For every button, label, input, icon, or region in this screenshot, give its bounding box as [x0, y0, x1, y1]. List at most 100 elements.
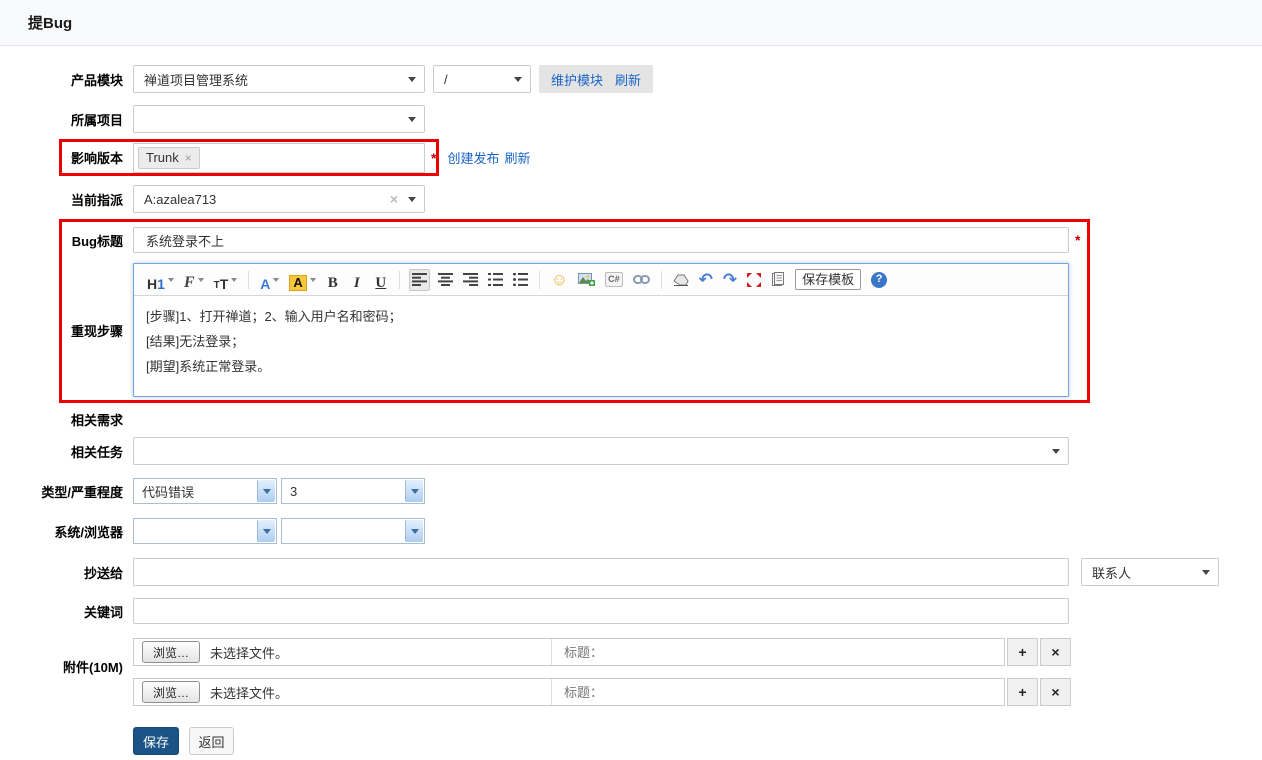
steps-line: [结果]无法登录；: [146, 334, 245, 349]
chevron-down-icon: [405, 520, 423, 542]
remove-attachment-button[interactable]: ×: [1040, 638, 1071, 666]
assigned-to-row: 当前指派 A:azalea713 ×: [0, 185, 1262, 213]
page-header: 提Bug: [0, 0, 1262, 46]
chevron-down-icon: [1202, 570, 1210, 579]
product-select[interactable]: 禅道项目管理系统: [133, 65, 425, 93]
browser-select[interactable]: [281, 518, 425, 544]
text-color-dropdown[interactable]: A: [258, 269, 281, 291]
related-story-label: 相关需求: [70, 412, 123, 428]
keywords-row: 关键词: [0, 598, 1262, 624]
align-right-icon[interactable]: [461, 269, 480, 291]
refresh-module-link[interactable]: 刷新: [615, 70, 641, 89]
contacts-select[interactable]: 联系人: [1081, 558, 1219, 586]
assigned-to-label: 当前指派: [70, 192, 123, 208]
attachment-title-input[interactable]: [552, 679, 1004, 705]
browse-button[interactable]: 浏览…: [142, 681, 201, 703]
attachment-title-input[interactable]: [552, 639, 1004, 665]
bug-title-input[interactable]: [133, 227, 1069, 253]
save-template-button[interactable]: 保存模板: [793, 269, 863, 291]
font-size-dropdown[interactable]: TT: [212, 269, 240, 291]
annotation-box-title-steps: Bug标题 * 重现步骤 H1 F TT: [59, 219, 1090, 403]
insert-image-icon[interactable]: [576, 269, 597, 291]
refresh-version-link[interactable]: 刷新: [504, 148, 530, 167]
chevron-down-icon: [514, 77, 522, 86]
attachments-label: 附件(10M): [63, 659, 123, 675]
chevron-down-icon: [1052, 449, 1060, 458]
bug-create-form: 产品模块 禅道项目管理系统 / 维护模块 刷新 所属项目 影响版本 Trunk: [0, 46, 1262, 755]
toolbar-separator: [660, 270, 662, 289]
related-story-row: 相关需求: [0, 408, 1262, 430]
add-attachment-button[interactable]: +: [1007, 678, 1038, 706]
attachment-row: 浏览… 未选择文件。 + ×: [133, 678, 1071, 706]
cc-input[interactable]: [133, 558, 1069, 586]
project-select[interactable]: [133, 105, 425, 133]
assigned-to-select[interactable]: A:azalea713 ×: [133, 185, 425, 213]
chevron-down-icon: [273, 277, 280, 285]
bug-title-label: Bug标题: [71, 233, 123, 249]
file-status: 未选择文件。: [210, 685, 289, 701]
os-select[interactable]: [133, 518, 277, 544]
paste-template-icon[interactable]: [769, 269, 787, 291]
create-release-link[interactable]: 创建发布: [447, 148, 499, 167]
insert-link-icon[interactable]: [631, 269, 652, 291]
project-label: 所属项目: [70, 112, 123, 128]
module-actions: 维护模块 刷新: [539, 65, 654, 93]
file-picker[interactable]: 浏览… 未选择文件。: [134, 639, 552, 665]
bug-type-select[interactable]: 代码错误: [133, 478, 277, 504]
maintain-module-link[interactable]: 维护模块: [551, 70, 603, 89]
bold-button[interactable]: B: [324, 269, 342, 291]
clear-icon[interactable]: ×: [390, 191, 398, 207]
align-center-icon[interactable]: [436, 269, 455, 291]
insert-code-icon[interactable]: C#: [603, 269, 625, 291]
fullscreen-icon[interactable]: [745, 269, 763, 291]
chevron-down-icon: [408, 77, 416, 86]
related-task-select[interactable]: [133, 437, 1069, 465]
required-asterisk: *: [1075, 232, 1081, 248]
unordered-list-icon[interactable]: [511, 269, 530, 291]
chevron-down-icon: [257, 520, 275, 542]
file-picker[interactable]: 浏览… 未选择文件。: [134, 679, 552, 705]
toolbar-separator: [248, 270, 250, 289]
rich-text-editor: H1 F TT A A B I U ☺ C# ↶ ↷ 保存模板 ? [步骤]1、…: [133, 263, 1069, 397]
add-attachment-button[interactable]: +: [1007, 638, 1038, 666]
underline-button[interactable]: U: [372, 269, 390, 291]
severity-select[interactable]: 3: [281, 478, 425, 504]
redo-icon[interactable]: ↷: [721, 269, 739, 291]
help-icon[interactable]: ?: [869, 269, 889, 291]
file-status: 未选择文件。: [210, 645, 289, 661]
browse-button[interactable]: 浏览…: [142, 641, 201, 663]
ordered-list-icon[interactable]: [486, 269, 505, 291]
cc-label: 抄送给: [83, 565, 123, 581]
version-tag: Trunk ×: [138, 146, 200, 169]
highlight-color-dropdown[interactable]: A: [287, 269, 317, 291]
chevron-down-icon: [408, 197, 416, 206]
editor-content[interactable]: [步骤]1、打开禅道；2、输入用户名和密码； [结果]无法登录； [期望]系统正…: [134, 296, 1068, 396]
keywords-input[interactable]: [133, 598, 1069, 624]
editor-toolbar: H1 F TT A A B I U ☺ C# ↶ ↷ 保存模板 ?: [134, 264, 1068, 296]
back-button[interactable]: 返回: [189, 727, 234, 755]
chevron-down-icon: [197, 277, 204, 285]
remove-attachment-button[interactable]: ×: [1040, 678, 1071, 706]
italic-button[interactable]: I: [348, 269, 366, 291]
affected-version-input[interactable]: Trunk ×: [133, 142, 425, 173]
steps-line: [步骤]1、打开禅道；2、输入用户名和密码；: [146, 309, 402, 324]
heading-dropdown[interactable]: H1: [145, 269, 176, 291]
related-task-row: 相关任务: [0, 437, 1262, 465]
emoji-icon[interactable]: ☺: [549, 269, 570, 291]
bug-title-row: Bug标题 *: [62, 227, 1087, 253]
required-asterisk: *: [431, 149, 437, 166]
module-select[interactable]: /: [433, 65, 531, 93]
font-family-dropdown[interactable]: F: [182, 269, 206, 291]
related-task-label: 相关任务: [70, 444, 123, 460]
toolbar-separator: [398, 270, 400, 289]
affected-version-row: 影响版本 Trunk × * 创建发布 刷新: [0, 139, 1262, 176]
remove-tag-icon[interactable]: ×: [185, 151, 192, 165]
save-button[interactable]: 保存: [133, 727, 179, 755]
attachment-row: 浏览… 未选择文件。 + ×: [133, 638, 1071, 666]
undo-icon[interactable]: ↶: [697, 269, 715, 291]
type-severity-row: 类型/严重程度 代码错误 3: [0, 478, 1262, 504]
align-left-icon[interactable]: [408, 268, 430, 291]
steps-line: [期望]系统正常登录。: [146, 359, 271, 374]
remove-format-icon[interactable]: [671, 269, 691, 291]
type-severity-label: 类型/严重程度: [41, 484, 123, 500]
